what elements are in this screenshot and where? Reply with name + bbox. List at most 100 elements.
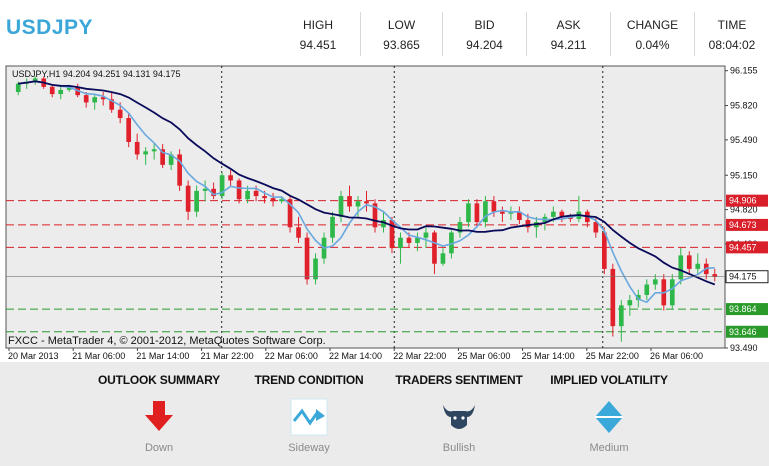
symbol-title: USDJPY	[6, 16, 94, 39]
stat-value: 94.204	[466, 38, 503, 52]
candle-body	[202, 188, 208, 191]
candle-body	[652, 279, 658, 285]
time-label: 20 Mar 2013	[8, 351, 59, 361]
candle-body	[49, 86, 55, 95]
candle-body	[330, 216, 335, 238]
stat-low: LOW 93.865	[360, 12, 442, 56]
candle-body	[669, 279, 675, 306]
stat-change: CHANGE 0.04%	[610, 12, 694, 56]
price-label: 96.155	[730, 66, 758, 76]
candle-body	[440, 253, 446, 264]
stat-label: TIME	[717, 18, 747, 32]
summary-title: TREND CONDITION	[254, 373, 364, 387]
candle-body	[338, 196, 344, 217]
candle-body	[347, 196, 352, 207]
time-label: 25 Mar 22:00	[586, 351, 639, 361]
candle-body	[712, 274, 718, 277]
stat-value: 0.04%	[635, 38, 670, 52]
arrow-down-icon	[139, 397, 179, 437]
candle-body	[151, 149, 157, 152]
current-price-label: 94.175	[729, 272, 757, 282]
time-label: 21 Mar 14:00	[136, 351, 189, 361]
candle-body	[491, 201, 497, 212]
stat-value: 93.865	[383, 38, 420, 52]
candle-body	[92, 97, 98, 103]
time-label: 22 Mar 14:00	[329, 351, 382, 361]
stat-value: 08:04:02	[708, 38, 756, 52]
candle	[287, 195, 293, 233]
time-label: 21 Mar 22:00	[201, 351, 254, 361]
candle-body	[15, 83, 21, 93]
time-label: 22 Mar 22:00	[393, 351, 446, 361]
candle-body	[406, 237, 412, 243]
level-price-label: 93.864	[729, 304, 757, 314]
summary-value: Bullish	[442, 442, 476, 454]
candle-body	[423, 232, 429, 238]
candle-body	[500, 211, 505, 214]
candle	[610, 263, 616, 337]
time-label: 25 Mar 06:00	[457, 351, 510, 361]
candle	[177, 149, 182, 191]
time-label: 26 Mar 06:00	[650, 351, 703, 361]
time-label: 22 Mar 06:00	[265, 351, 318, 361]
candle-body	[610, 268, 616, 327]
candle-body	[618, 305, 624, 327]
stat-label: ASK	[556, 18, 581, 32]
candle-body	[134, 141, 140, 155]
level-price-label: 94.906	[729, 196, 757, 206]
price-label: 95.490	[730, 135, 758, 145]
price-label: 93.490	[730, 343, 758, 353]
candle-body	[194, 190, 199, 212]
candle	[669, 274, 675, 310]
candle-body	[551, 211, 556, 217]
stat-ask: ASK 94.211	[526, 12, 610, 56]
summary-title: OUTLOOK SUMMARY	[98, 373, 220, 387]
price-label: 95.820	[730, 101, 758, 111]
sideway-trend-icon	[289, 397, 329, 437]
traders-sentiment: TRADERS SENTIMENT Bullish	[384, 362, 534, 466]
candle-body	[58, 89, 64, 95]
stat-label: LOW	[387, 18, 416, 32]
candle-body	[474, 203, 480, 223]
candle-body	[253, 190, 259, 197]
candle-body	[245, 190, 250, 200]
candle-body	[270, 198, 276, 202]
stat-high: HIGH 94.451	[276, 12, 360, 56]
stat-label: HIGH	[303, 18, 333, 32]
candle-body	[466, 203, 471, 223]
time-label: 21 Mar 06:00	[72, 351, 125, 361]
candle-body	[117, 109, 123, 119]
summary-title: IMPLIED VOLATILITY	[550, 373, 668, 387]
stat-label: CHANGE	[626, 18, 679, 32]
candle-body	[262, 196, 267, 199]
summary-value: Medium	[589, 442, 629, 454]
candle-body	[143, 151, 148, 155]
price-label: 95.150	[730, 170, 758, 180]
bull-icon	[439, 397, 479, 437]
chart-copyright: FXCC - MetaTrader 4, © 2001-2012, MetaQu…	[8, 335, 326, 347]
trend-condition: TREND CONDITION Sideway	[234, 362, 384, 466]
level-price-label: 94.457	[729, 242, 757, 252]
candle-body	[296, 227, 301, 238]
chart-info-line: USDJPY,H1 94.204 94.251 94.131 94.175	[12, 69, 180, 79]
price-chart[interactable]: 96.15595.82095.49095.15094.82094.49093.4…	[0, 63, 769, 361]
time-label: 25 Mar 14:00	[522, 351, 575, 361]
stat-value: 94.211	[550, 38, 587, 52]
quote-header: USDJPY HIGH 94.451 LOW 93.865 BID 94.204…	[0, 0, 769, 62]
candle-body	[432, 232, 437, 264]
candle-body	[686, 255, 692, 269]
candle-body	[126, 118, 132, 142]
implied-volatility: IMPLIED VOLATILITY Medium	[534, 362, 684, 466]
summary-panel: OUTLOOK SUMMARY Down TREND CONDITION Sid…	[0, 362, 769, 466]
candle-body	[644, 284, 650, 295]
diamond-icon	[589, 397, 629, 437]
summary-value: Down	[144, 442, 174, 454]
candlestick-chart[interactable]: 96.15595.82095.49095.15094.82094.49093.4…	[0, 63, 769, 361]
candle-body	[236, 180, 242, 200]
stat-label: BID	[474, 18, 495, 32]
stat-bid: BID 94.204	[442, 12, 526, 56]
candle	[219, 172, 225, 200]
stat-time: TIME 08:04:02	[694, 12, 769, 56]
candle-body	[304, 237, 310, 280]
level-price-label: 94.673	[729, 220, 757, 230]
